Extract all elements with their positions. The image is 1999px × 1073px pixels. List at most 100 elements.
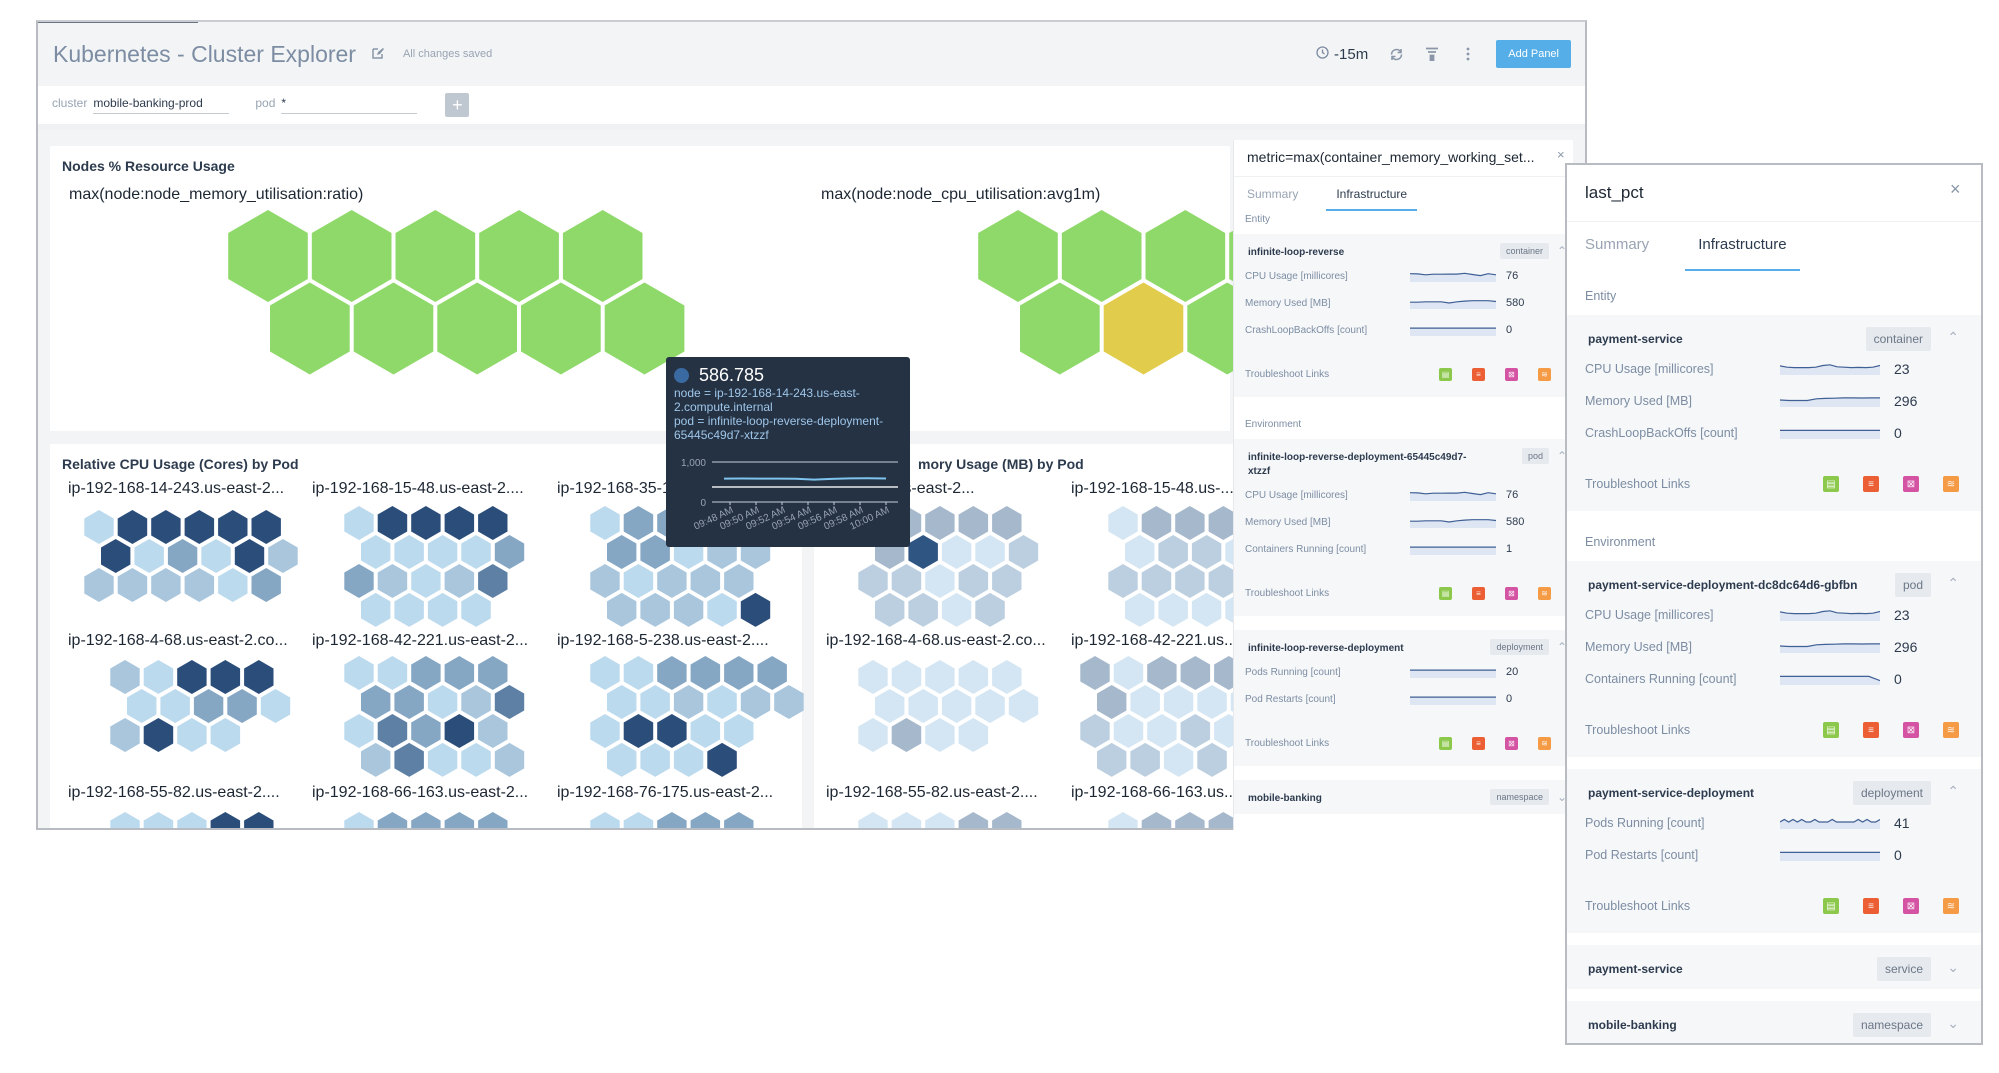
- hex-cell[interactable]: [908, 593, 938, 627]
- metrics-link-icon[interactable]: ≋: [1943, 722, 1959, 738]
- hex-cell[interactable]: [1108, 506, 1137, 540]
- hex-cell[interactable]: [691, 564, 721, 598]
- hex-cell[interactable]: [657, 564, 686, 598]
- metric-sparkline[interactable]: [1780, 849, 1880, 861]
- metrics-link-icon[interactable]: ≋: [1538, 587, 1551, 600]
- hex-cell[interactable]: [445, 656, 475, 690]
- hex-cell[interactable]: [344, 812, 373, 830]
- metric-sparkline[interactable]: [1410, 667, 1496, 678]
- hex-cell[interactable]: [908, 535, 938, 569]
- hex-cell[interactable]: [160, 689, 190, 723]
- hex-cell[interactable]: [428, 685, 457, 719]
- hex-cell[interactable]: [992, 506, 1021, 540]
- dashboard-link-icon[interactable]: ▤: [1823, 476, 1839, 492]
- hex-cell[interactable]: [674, 593, 703, 627]
- hex-cell[interactable]: [1197, 743, 1227, 777]
- hex-cell[interactable]: [1009, 689, 1038, 723]
- hex-cell[interactable]: [252, 510, 281, 544]
- hex-cell[interactable]: [151, 510, 180, 544]
- metric-sparkline[interactable]: [1780, 363, 1880, 375]
- hex-cell[interactable]: [1147, 656, 1176, 690]
- hex-cell[interactable]: [1146, 210, 1226, 302]
- hex-cell[interactable]: [1181, 656, 1211, 690]
- metrics-link-icon[interactable]: ≋: [1538, 737, 1551, 750]
- hex-cell[interactable]: [925, 564, 954, 598]
- hex-cell[interactable]: [211, 812, 241, 830]
- tab-infrastructure[interactable]: Infrastructure: [1685, 222, 1799, 271]
- hex-cell[interactable]: [1104, 283, 1184, 375]
- hex-cell[interactable]: [428, 593, 457, 627]
- hex-cell[interactable]: [1108, 564, 1137, 598]
- hex-cell[interactable]: [858, 660, 887, 694]
- dashboard-link-icon[interactable]: ▤: [1823, 722, 1839, 738]
- hex-cell[interactable]: [479, 210, 559, 302]
- hex-cell[interactable]: [1192, 593, 1221, 627]
- hex-cell[interactable]: [201, 539, 231, 573]
- entity-name[interactable]: infinite-loop-reverse-deployment: [1248, 642, 1404, 656]
- refresh-icon[interactable]: [1388, 46, 1404, 62]
- hex-cell[interactable]: [344, 506, 373, 540]
- hex-cell[interactable]: [144, 718, 174, 752]
- chevron-up-icon[interactable]: ⌃: [1947, 783, 1959, 800]
- hex-cell[interactable]: [361, 743, 390, 777]
- hex-cell[interactable]: [707, 593, 737, 627]
- hex-cell[interactable]: [378, 564, 408, 598]
- chevron-up-icon[interactable]: ⌃: [1947, 575, 1959, 592]
- logs-link-icon[interactable]: ≡: [1472, 587, 1485, 600]
- hex-cell[interactable]: [908, 689, 938, 723]
- metric-sparkline[interactable]: [1410, 325, 1496, 336]
- topology-link-icon[interactable]: ⊠: [1505, 737, 1518, 750]
- hex-cell[interactable]: [590, 656, 619, 690]
- hex-cell[interactable]: [268, 539, 298, 573]
- hex-cell[interactable]: [607, 685, 636, 719]
- hex-cell[interactable]: [168, 539, 197, 573]
- hex-cell[interactable]: [1175, 506, 1204, 540]
- hex-cell[interactable]: [445, 714, 475, 748]
- more-options-icon[interactable]: [1460, 46, 1476, 62]
- hex-cell[interactable]: [461, 535, 491, 569]
- hex-cell[interactable]: [218, 510, 247, 544]
- logs-link-icon[interactable]: ≡: [1863, 898, 1879, 914]
- logs-link-icon[interactable]: ≡: [1472, 737, 1485, 750]
- hex-cell[interactable]: [144, 812, 174, 830]
- chevron-up-icon[interactable]: ⌃: [1947, 329, 1959, 346]
- hex-cell[interactable]: [707, 743, 737, 777]
- hex-cell[interactable]: [590, 564, 619, 598]
- entity-name[interactable]: infinite-loop-reverse: [1248, 246, 1344, 260]
- hex-cell[interactable]: [1125, 535, 1154, 569]
- hex-cell[interactable]: [185, 568, 215, 602]
- hex-cell[interactable]: [394, 593, 424, 627]
- hex-cell[interactable]: [607, 535, 636, 569]
- hex-cell[interactable]: [959, 718, 989, 752]
- hex-cell[interactable]: [110, 718, 139, 752]
- hex-cell[interactable]: [607, 593, 636, 627]
- hex-cell[interactable]: [624, 812, 654, 830]
- pod-filter-input[interactable]: *: [281, 96, 417, 114]
- hex-cell[interactable]: [892, 660, 922, 694]
- hex-cell[interactable]: [344, 656, 373, 690]
- hex-cell[interactable]: [127, 689, 156, 723]
- hex-cell[interactable]: [478, 564, 507, 598]
- hex-cell[interactable]: [118, 568, 148, 602]
- hex-cell[interactable]: [925, 812, 954, 830]
- hex-cell[interactable]: [1164, 743, 1193, 777]
- hex-cell[interactable]: [1142, 564, 1172, 598]
- tab-infrastructure[interactable]: Infrastructure: [1326, 177, 1417, 211]
- hex-cell[interactable]: [959, 506, 989, 540]
- hex-cell[interactable]: [624, 656, 654, 690]
- hex-cell[interactable]: [1108, 812, 1137, 830]
- dashboard-link-icon[interactable]: ▤: [1439, 587, 1452, 600]
- hex-cell[interactable]: [975, 535, 1005, 569]
- hex-cell[interactable]: [396, 210, 476, 302]
- hex-cell[interactable]: [674, 685, 703, 719]
- add-filter-button[interactable]: +: [445, 93, 469, 117]
- hex-cell[interactable]: [942, 689, 971, 723]
- hex-cell[interactable]: [478, 714, 507, 748]
- hex-cell[interactable]: [724, 656, 753, 690]
- hex-cell[interactable]: [361, 535, 390, 569]
- hex-cell[interactable]: [185, 510, 215, 544]
- topology-link-icon[interactable]: ⊠: [1903, 898, 1919, 914]
- hex-cell[interactable]: [774, 685, 804, 719]
- filter-icon[interactable]: [1424, 46, 1440, 62]
- hex-cell[interactable]: [1130, 685, 1160, 719]
